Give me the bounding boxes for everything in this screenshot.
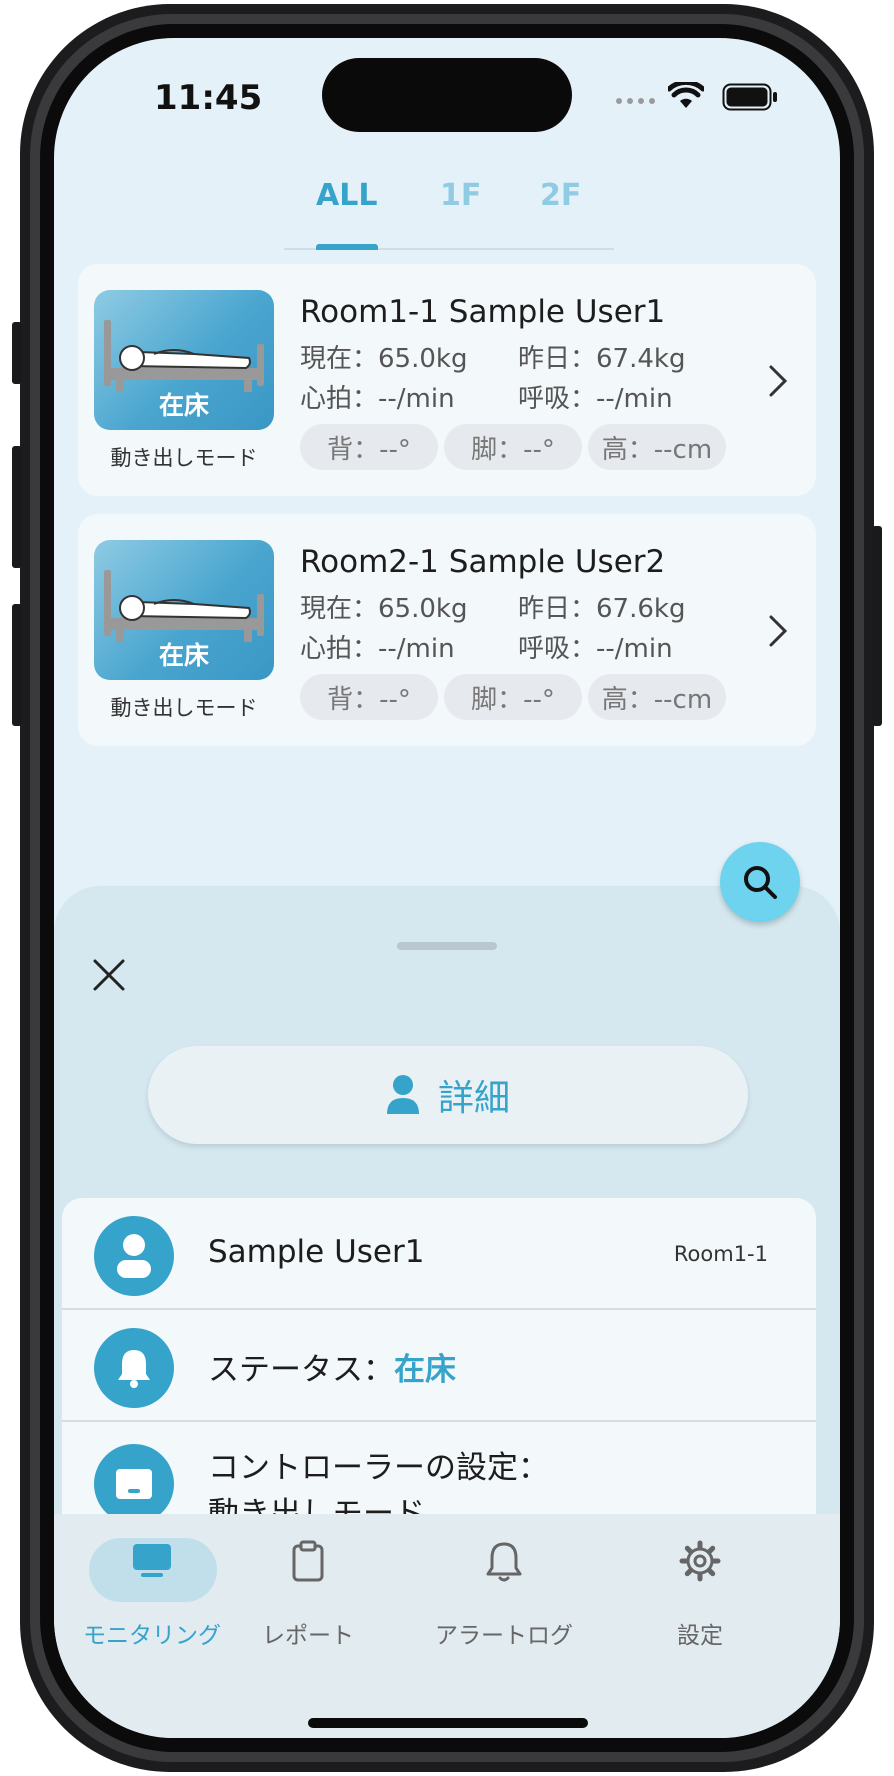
user-name: Sample User1 [208, 1234, 425, 1270]
person-icon [117, 1234, 151, 1278]
detail-button-label: 詳細 [437, 1078, 510, 1119]
dynamic-island [322, 58, 572, 132]
search-icon [744, 866, 777, 899]
nav-label: 設定 [677, 1623, 723, 1649]
bell-icon [406, 1540, 602, 1584]
detail-list: Sample User1 Room1-1 ステータス：在床 コントローラーの設定… [62, 1198, 816, 1528]
nav-label: アラートログ [435, 1623, 573, 1649]
clipboard-icon [210, 1540, 406, 1582]
status-value: 在床 [394, 1352, 456, 1388]
bottom-navigation: モニタリング レポート アラートログ 設定 [54, 1514, 840, 1738]
wifi-icon [668, 82, 704, 108]
current-weight: 現在：65.0kg [300, 344, 468, 374]
avatar [94, 1216, 174, 1296]
list-item-controller: コントローラーの設定： 動き出しモード [62, 1422, 816, 1528]
leg-angle-pill: 脚：--° [444, 674, 582, 720]
nav-item-alert-log[interactable]: アラートログ [406, 1514, 602, 1649]
leg-angle-pill: 脚：--° [444, 424, 582, 470]
room-title: Room2-1 Sample User2 [300, 544, 666, 580]
height-pill: 高：--cm [588, 424, 726, 470]
nav-label: レポート [262, 1623, 354, 1649]
tab-1f[interactable]: 1F [440, 178, 481, 213]
room-title: Room1-1 Sample User1 [300, 294, 666, 330]
signal-icon [616, 98, 655, 104]
tab-all[interactable]: ALL [316, 178, 377, 213]
chevron-right-icon [769, 615, 788, 647]
bottom-sheet: 詳細 Sample User1 Room1-1 ステータス：在床 コントローラー… [54, 886, 840, 1586]
detail-button[interactable]: 詳細 [148, 1046, 748, 1144]
bell-icon [118, 1350, 150, 1388]
chevron-right-icon [769, 365, 788, 397]
heart-rate: 心拍：--/min [300, 384, 455, 414]
tab-2f[interactable]: 2F [540, 178, 581, 213]
height-pill: 高：--cm [588, 674, 726, 720]
bed-status-label: 在床 [158, 391, 209, 420]
room-card[interactable]: 在床 動き出しモード Room2-1 Sample User2 現在：65.0k… [78, 514, 816, 746]
nav-item-report[interactable]: レポート [210, 1514, 406, 1649]
nav-item-settings[interactable]: 設定 [602, 1514, 798, 1649]
sheet-drag-handle[interactable] [397, 942, 497, 950]
controller-circle [94, 1444, 174, 1524]
screen: 11:45 ALL 1F 2F 在床 動き出しモード Room1-1 Sampl… [54, 38, 840, 1738]
back-angle-pill: 背：--° [300, 674, 438, 720]
yesterday-weight: 昨日：67.6kg [518, 594, 686, 624]
mode-label: 動き出しモード [110, 696, 258, 720]
home-indicator[interactable] [308, 1718, 588, 1728]
tab-active-indicator [316, 244, 378, 250]
breathing-rate: 呼吸：--/min [518, 634, 673, 664]
current-weight: 現在：65.0kg [300, 594, 468, 624]
status-circle [94, 1328, 174, 1408]
action-button [12, 322, 22, 384]
heart-rate: 心拍：--/min [300, 634, 455, 664]
person-icon [386, 1075, 419, 1114]
mode-label: 動き出しモード [110, 446, 258, 470]
controller-label: コントローラーの設定： [208, 1450, 549, 1486]
controller-icon [116, 1469, 152, 1499]
list-item-status: ステータス：在床 [62, 1310, 816, 1420]
status-time: 11:45 [154, 78, 263, 118]
battery-icon [722, 83, 777, 111]
room-label: Room1-1 [673, 1242, 768, 1266]
close-icon[interactable] [92, 958, 126, 992]
back-angle-pill: 背：--° [300, 424, 438, 470]
volume-down-button [12, 604, 22, 726]
gear-icon [602, 1540, 798, 1582]
bed-status-thumbnail: 在床 [94, 540, 274, 680]
bed-status-label: 在床 [158, 641, 209, 670]
volume-up-button [12, 446, 22, 568]
bed-status-thumbnail: 在床 [94, 290, 274, 430]
list-item-user: Sample User1 Room1-1 [62, 1198, 816, 1308]
search-button[interactable] [720, 842, 800, 922]
breathing-rate: 呼吸：--/min [518, 384, 673, 414]
room-card[interactable]: 在床 動き出しモード Room1-1 Sample User1 現在：65.0k… [78, 264, 816, 496]
power-button [872, 526, 882, 726]
status-row: ステータス：在床 [208, 1344, 456, 1389]
yesterday-weight: 昨日：67.4kg [518, 344, 686, 374]
status-label: ステータス： [208, 1352, 394, 1388]
